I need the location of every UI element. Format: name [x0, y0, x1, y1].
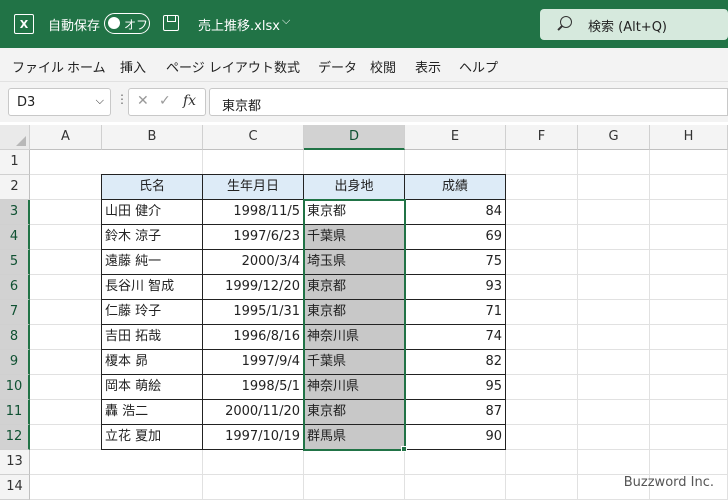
menu-tab[interactable]: 数式 [274, 57, 300, 76]
formula-content: 東京都 [222, 99, 262, 114]
row-header[interactable]: 4 [0, 225, 30, 250]
row-header[interactable]: 13 [0, 450, 30, 475]
chevron-down-icon[interactable]: ⌵ [282, 14, 290, 28]
chevron-down-icon[interactable]: ⌵ [96, 94, 104, 108]
confirm-icon[interactable]: ✓ [159, 93, 171, 109]
search-icon [560, 16, 572, 28]
autosave-label: 自動保存 [48, 19, 101, 34]
formula-bar: D3 ⌵ ⋮ ✕ ✓ fx 東京都 [0, 82, 728, 122]
column-header[interactable]: B [102, 125, 203, 150]
row-header[interactable]: 7 [0, 300, 30, 325]
toggle-knob [108, 17, 120, 29]
row-header[interactable]: 6 [0, 275, 30, 300]
row-header[interactable]: 12 [0, 425, 30, 450]
name-box[interactable]: D3 ⌵ [8, 88, 111, 116]
search-placeholder: 検索 (Alt+Q) [588, 20, 668, 35]
row-header[interactable]: 14 [0, 475, 30, 500]
row-header[interactable]: 3 [0, 200, 30, 225]
formula-input[interactable]: 東京都 [209, 88, 728, 116]
insert-function-icon[interactable]: fx [183, 93, 196, 109]
column-header[interactable]: D [304, 125, 405, 150]
column-header[interactable]: E [405, 125, 506, 150]
select-all-corner[interactable] [0, 125, 30, 150]
search-box[interactable]: 検索 (Alt+Q) [540, 9, 728, 40]
row-header[interactable]: 1 [0, 150, 30, 175]
menu-tab[interactable]: データ [318, 57, 357, 76]
row-header[interactable]: 2 [0, 175, 30, 200]
menu-tab[interactable]: ヘルプ [459, 57, 498, 76]
ribbon-tabs: ファイル ホーム 挿入 ページ レイアウト 数式 データ 校閲 表示 ヘルプ [0, 48, 728, 82]
column-header[interactable]: F [506, 125, 578, 150]
menu-tab[interactable]: 表示 [415, 57, 441, 76]
menu-tab[interactable]: ファイル [12, 57, 64, 76]
row-header[interactable]: 10 [0, 375, 30, 400]
menu-tab[interactable]: 挿入 [120, 57, 146, 76]
title-bar: X 自動保存 オフ 売上推移.xlsx ⌵ 検索 (Alt+Q) [0, 0, 728, 48]
file-name[interactable]: 売上推移.xlsx [198, 15, 280, 34]
row-header[interactable]: 5 [0, 250, 30, 275]
row-header[interactable]: 11 [0, 400, 30, 425]
formula-buttons: ✕ ✓ fx [128, 88, 206, 116]
menu-tab[interactable]: 校閲 [370, 57, 396, 76]
worksheet-grid[interactable]: A B C D E F G H 1 2 3 4 5 6 7 8 9 10 11 12 13 14 氏名 生年月日 出身地 成績 山田… [0, 125, 728, 500]
more-options-icon[interactable]: ⋮ [116, 92, 128, 106]
menu-tab[interactable]: ページ レイアウト [166, 57, 274, 76]
column-header[interactable]: C [203, 125, 304, 150]
row-header[interactable]: 8 [0, 325, 30, 350]
save-icon[interactable] [163, 15, 179, 31]
autosave-state: オフ [124, 18, 149, 32]
watermark-text: Buzzword Inc. [623, 475, 714, 490]
name-box-value: D3 [17, 95, 36, 110]
column-header[interactable]: A [30, 125, 102, 150]
excel-app-icon: X [14, 14, 34, 34]
selection-range [303, 199, 406, 451]
menu-tab[interactable]: ホーム [67, 57, 106, 76]
fill-handle[interactable] [401, 446, 407, 452]
autosave-toggle[interactable]: オフ [104, 13, 150, 34]
column-header[interactable]: H [650, 125, 728, 150]
row-header[interactable]: 9 [0, 350, 30, 375]
column-header[interactable]: G [578, 125, 650, 150]
cancel-icon[interactable]: ✕ [137, 93, 149, 109]
